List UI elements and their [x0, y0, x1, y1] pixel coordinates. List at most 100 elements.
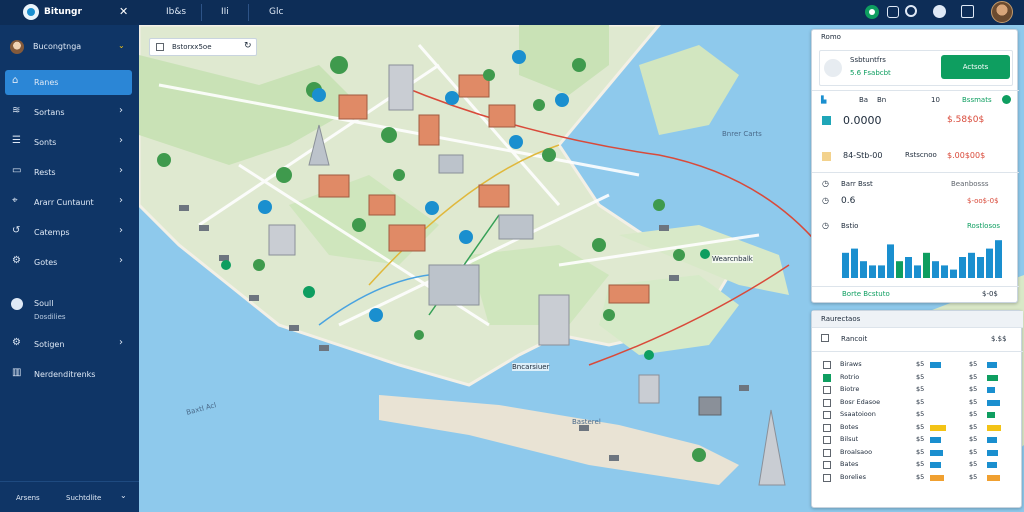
sidebar-item[interactable]: ↺ Catemps › [5, 220, 132, 245]
row-checkbox[interactable] [823, 373, 831, 382]
chart-bar[interactable] [968, 252, 975, 278]
sidebar-item[interactable]: ≋ Sortans › [5, 100, 132, 125]
table-row[interactable]: Borelies $5 $5 [819, 472, 1016, 484]
table-row[interactable]: Biotre $5 $5 [819, 384, 1016, 396]
chart-bar[interactable] [950, 269, 957, 278]
table-row[interactable]: Rotrio $5 $5 [819, 372, 1016, 384]
table-row[interactable]: Bosr Edasoe $5 $5 [819, 397, 1016, 409]
chart-bar[interactable] [878, 265, 885, 278]
row-value-a: $5 [916, 435, 925, 443]
row-value-a: $5 [916, 410, 925, 418]
sidebar-item[interactable]: ⌖ Ararr Cuntaunt › [5, 190, 132, 215]
sidebar-footer: Arsens Suchtdlite ⌄ [0, 481, 139, 512]
row-bar-b [987, 412, 995, 418]
settings-icon[interactable] [905, 5, 917, 17]
chart-bar[interactable] [923, 252, 930, 278]
action-button[interactable]: Actsots [941, 55, 1010, 79]
stat-swatch [822, 116, 831, 125]
row-name: Bosr Edasoe [840, 397, 881, 406]
row-checkbox[interactable] [823, 361, 831, 369]
chart-bar[interactable] [941, 265, 948, 278]
sidebar-footer-right[interactable]: Suchtdlite [66, 494, 101, 502]
results-search[interactable]: Rancoit $.$$ [819, 333, 1016, 347]
chart-bar[interactable] [860, 261, 867, 278]
messages-icon[interactable] [961, 5, 974, 18]
row-bar-b [987, 437, 997, 443]
sidebar-item[interactable]: ⚙ Gotes › [5, 250, 132, 275]
users-icon[interactable] [933, 5, 946, 18]
row-checkbox[interactable] [823, 411, 831, 419]
panel-divider [812, 286, 1019, 287]
sidebar-item[interactable]: ▥ Nerdenditrenks [5, 362, 132, 387]
stat-mid: Rstscnoo [905, 151, 937, 159]
results-title: Raurectaos [821, 315, 861, 323]
close-icon[interactable]: ✕ [119, 5, 128, 18]
panel-title: Romo [821, 33, 841, 41]
chart-bar[interactable] [869, 265, 876, 278]
row-checkbox[interactable] [823, 423, 831, 432]
table-row[interactable]: Bates $5 $5 [819, 459, 1016, 471]
chevron-right-icon: › [119, 105, 123, 116]
refresh-icon[interactable]: ↻ [244, 41, 252, 51]
table-row[interactable]: Ssaatoioon $5 $5 [819, 409, 1016, 421]
top-bar: Bitungr ✕ Ib&s IIi Glc [0, 0, 1024, 25]
chart-bar[interactable] [851, 248, 858, 278]
stats-header-col: Ba [859, 96, 869, 104]
notification-icon[interactable] [887, 6, 899, 18]
row-value-a: $5 [916, 360, 925, 368]
sidebar-item-label: Rests [34, 168, 56, 177]
table-row[interactable]: Biraws $5 $5 [819, 359, 1016, 371]
sidebar-item[interactable]: ⌂ Ranes [5, 70, 132, 95]
row-value-a: $5 [916, 372, 925, 381]
panel-divider [812, 351, 1023, 352]
card-subtitle: 5.6 Fsabcbt [850, 69, 891, 77]
row-checkbox[interactable] [823, 473, 831, 482]
chart-bar[interactable] [977, 257, 984, 278]
row-name: Borelies [840, 472, 866, 481]
row-bar-b [987, 462, 997, 468]
sidebar-item[interactable]: ☰ Sonts › [5, 130, 132, 155]
chart-bar[interactable] [932, 261, 939, 278]
tab-2[interactable]: IIi [221, 7, 229, 17]
sidebar-item-label: Gotes [34, 258, 58, 267]
status-online-icon [1002, 95, 1011, 104]
panel-divider [812, 172, 1019, 173]
sidebar-footer-left[interactable]: Arsens [16, 494, 40, 502]
row-bar-b [987, 387, 995, 393]
row-value-b: $5 [969, 447, 978, 456]
chart-bar[interactable] [986, 248, 993, 278]
row-checkbox[interactable] [823, 448, 831, 457]
row-bar-b [987, 399, 1000, 406]
chart-bar[interactable] [959, 257, 966, 278]
row-name: Bilsut [840, 435, 859, 443]
sidebar-item[interactable]: ▭ Rests › [5, 160, 132, 185]
sidebar-item-label: Nerdenditrenks [34, 370, 96, 379]
row-value-b: $5 [969, 422, 978, 431]
row-checkbox[interactable] [823, 386, 831, 394]
table-row[interactable]: Broalsaoo $5 $5 [819, 447, 1016, 459]
profile-switcher[interactable]: Bucongtnga ⌄ [10, 39, 130, 57]
chart-bar[interactable] [914, 265, 921, 278]
row-checkbox[interactable] [823, 436, 831, 444]
section-icon [11, 298, 23, 310]
status-online-icon[interactable] [865, 5, 879, 19]
sidebar-item[interactable]: ⚙ Sotigen › [5, 332, 132, 357]
map-search-box[interactable]: Bstorxx5oe ↻ [149, 38, 257, 56]
tab-3[interactable]: Glc [269, 7, 283, 17]
row-checkbox[interactable] [823, 398, 831, 407]
table-row[interactable]: Botes $5 $5 [819, 422, 1016, 434]
user-avatar[interactable] [991, 1, 1013, 23]
stat-label: 84-Stb-00 [843, 151, 883, 160]
chart-bar[interactable] [995, 240, 1002, 278]
chart-bar[interactable] [905, 257, 912, 278]
tab-1[interactable]: Ib&s [166, 7, 186, 17]
stats-header-col: Bssmats [962, 96, 992, 104]
chart-bar[interactable] [842, 252, 849, 278]
sidebar: Bucongtnga ⌄ ⌂ Ranes ≋ Sortans › ☰ Sonts › ▭ Rest… [0, 25, 139, 512]
chart-bar[interactable] [887, 244, 894, 278]
row-value-a: $5 [916, 447, 925, 456]
table-row[interactable]: Bilsut $5 $5 [819, 434, 1016, 446]
chart-bar[interactable] [896, 261, 903, 278]
row-checkbox[interactable] [823, 461, 831, 469]
tab-separator [201, 4, 202, 21]
